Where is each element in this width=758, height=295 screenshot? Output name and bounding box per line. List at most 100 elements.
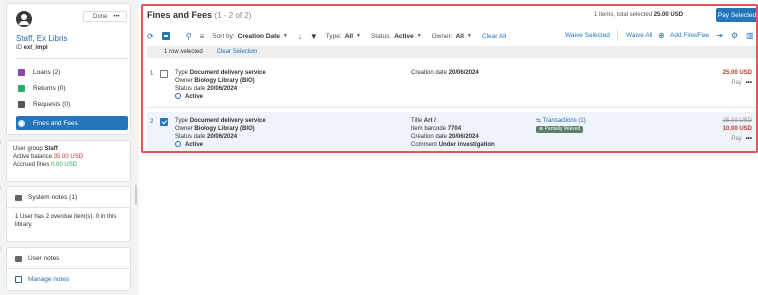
waive-selected-button[interactable]: Waive Selected	[565, 32, 610, 39]
nav-item-returns[interactable]: Returns (0)	[16, 82, 128, 94]
drag-handle-icon[interactable]: ⁝	[0, 186, 3, 192]
fee-owner-label: Owner	[175, 126, 193, 132]
fee-owner-value: Biology Library (BIO)	[194, 78, 255, 84]
add-fine-fee-button[interactable]: Add Fine/Fee	[670, 32, 709, 39]
row-checkbox[interactable]	[160, 118, 168, 126]
chevron-down-icon[interactable]: ▼	[283, 33, 288, 39]
fee-type-label: Type	[175, 118, 189, 124]
chevron-down-icon[interactable]: ▼	[356, 33, 361, 39]
note-icon	[15, 255, 22, 262]
row-actions: Pay •••	[723, 79, 752, 87]
fee-type: Type Document delivery service	[175, 117, 266, 125]
fee-type: Type Document delivery service	[175, 69, 266, 77]
fee-owner-label: Owner	[175, 78, 193, 84]
fee-status-date: Status date 20/06/2024	[175, 85, 266, 93]
row-number: 2	[150, 119, 154, 125]
system-notes-header[interactable]: System notes (1)	[15, 194, 77, 201]
user-name[interactable]: Staff, Ex Libris	[16, 34, 67, 43]
filter-icon[interactable]: ▼	[310, 32, 318, 41]
drag-handle-icon[interactable]: ⁝	[0, 247, 3, 253]
more-icon[interactable]: •••	[746, 136, 752, 142]
divider	[7, 268, 130, 269]
accrued-fines: Accrued fines 0.00 USD	[13, 161, 124, 169]
drag-handle-icon[interactable]: ⁝	[0, 140, 3, 146]
item-details: Title Art / Item barcode 7704 Creation d…	[411, 117, 495, 149]
selection-summary-label: 1 items, total selected	[594, 12, 653, 18]
refresh-icon[interactable]: ⟳	[147, 32, 154, 41]
system-notes-text: 1 User has 2 overdue item(s). 0 in this …	[15, 214, 117, 228]
user-avatar-icon	[16, 11, 32, 27]
sort-icon: ≡	[199, 31, 205, 41]
manage-notes-link[interactable]: Manage notes	[15, 276, 69, 283]
table-row[interactable]: 2 Type Document delivery service Owner B…	[147, 112, 758, 152]
clear-all-link[interactable]: Clear All	[482, 33, 506, 40]
creation-date-label: Creation date	[411, 70, 448, 76]
table-row[interactable]: 1 Type Document delivery service Owner B…	[147, 64, 758, 108]
creation-date: Creation date 20/06/2024	[411, 133, 495, 141]
item-title-value: Art /	[423, 118, 436, 124]
panel-splitter[interactable]	[135, 185, 137, 205]
settings-gear-icon[interactable]: ⚙	[731, 31, 738, 40]
columns-icon[interactable]: ▥	[746, 31, 754, 40]
item-title-label: Title	[411, 118, 423, 124]
partially-waived-badge: ⊕ Partially Waived	[536, 126, 584, 133]
fee-status-date-label: Status date	[175, 134, 206, 140]
requests-icon	[18, 100, 25, 108]
done-label: Done	[93, 13, 108, 20]
nav-item-label: Returns (0)	[33, 84, 66, 92]
owner-filter-dropdown[interactable]: All	[456, 33, 464, 40]
original-amount: 25.00 USD	[722, 118, 752, 124]
nav-item-loans[interactable]: Loans (2)	[16, 66, 128, 78]
done-button[interactable]: Done •••	[83, 11, 127, 22]
selection-summary-value: 25.00 USD	[653, 12, 684, 18]
user-notes-title: User notes	[28, 255, 60, 262]
chevron-down-icon[interactable]: ▼	[417, 33, 422, 39]
user-group-value: Staff	[44, 146, 58, 152]
status-filter-dropdown[interactable]: Active	[394, 33, 414, 40]
pay-selected-button[interactable]: Pay Selected	[716, 8, 758, 22]
user-notes-header[interactable]: User notes	[15, 255, 59, 262]
creation-date-label: Creation date	[411, 134, 448, 140]
row-number: 1	[150, 71, 154, 77]
more-icon[interactable]: •••	[113, 14, 119, 20]
pay-button[interactable]: Pay	[731, 136, 741, 142]
active-balance-label: Active balance	[13, 154, 53, 160]
row-actions: Pay •••	[723, 135, 752, 143]
row-checkbox[interactable]	[160, 70, 168, 78]
transactions-label: Transactions (1)	[542, 118, 586, 124]
sort-direction-icon[interactable]: ↓	[298, 32, 302, 41]
fee-status: Active	[175, 141, 266, 149]
pay-button[interactable]: Pay	[731, 80, 741, 86]
chevron-down-icon[interactable]: ▼	[467, 33, 472, 39]
system-notes-title: System notes (1)	[28, 194, 78, 201]
badge-icon: ⊕	[539, 126, 544, 132]
fee-amount: 25.00 USD	[722, 70, 752, 76]
fee-amount: 10.00 USD	[722, 126, 752, 132]
add-icon[interactable]: ⊕	[658, 31, 665, 40]
loans-icon	[18, 68, 25, 76]
page-title-text: Fines and Fees	[147, 10, 213, 20]
divider	[16, 58, 128, 59]
nav-item-requests[interactable]: Requests (0)	[16, 98, 128, 110]
waive-all-button[interactable]: Waive All	[626, 32, 653, 39]
sort-dropdown[interactable]: Creation Date	[238, 33, 280, 40]
fee-status-date-value: 20/06/2024	[207, 134, 238, 140]
export-icon[interactable]: ⇥	[716, 31, 723, 40]
fee-type-label: Type	[175, 70, 189, 76]
sort-label: Sort by:	[212, 32, 235, 40]
transactions-link[interactable]: ⇆ Transactions (1)	[536, 117, 586, 125]
more-icon[interactable]: •••	[746, 80, 752, 86]
returns-icon	[18, 84, 25, 92]
balance-card: User group Staff Active balance 35.00 US…	[6, 140, 131, 182]
fee-amount-column: 25.00 USD 10.00 USD Pay •••	[723, 117, 752, 143]
system-notes-card: System notes (1) 1 User has 2 overdue it…	[6, 186, 131, 242]
nav-item-fines-and-fees[interactable]: Fines and Fees	[16, 116, 128, 130]
type-filter-dropdown[interactable]: All	[345, 33, 353, 40]
clear-selection-link[interactable]: Clear Selection	[217, 49, 258, 55]
item-barcode: Item barcode 7704	[411, 125, 495, 133]
toolbar: ⟳ ⚲ ≡ Sort by: Creation Date ▼ ↓ ▼ Type:…	[147, 28, 758, 44]
search-icon[interactable]: ⚲	[186, 32, 192, 41]
select-all-checkbox[interactable]	[161, 32, 170, 40]
user-notes-card: User notes Manage notes	[6, 247, 131, 291]
divider	[7, 207, 130, 208]
